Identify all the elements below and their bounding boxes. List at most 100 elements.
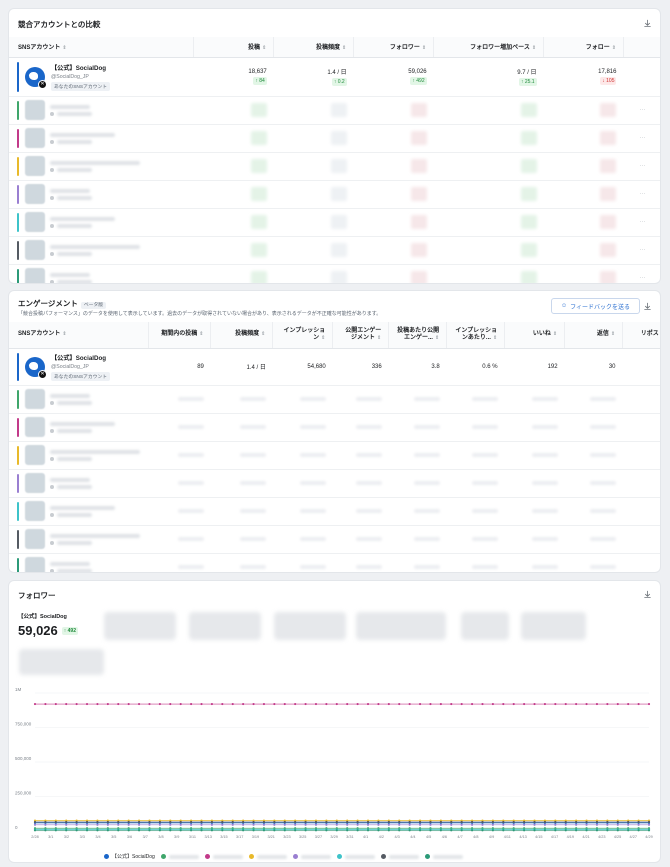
data-point[interactable] (117, 829, 120, 832)
data-point[interactable] (231, 829, 234, 832)
main-account-cell[interactable]: ✕ 【公式】SocialDog @SocialDog_JP あなたのSNSアカウ… (9, 58, 194, 96)
data-point[interactable] (575, 829, 578, 832)
data-point[interactable] (44, 820, 47, 824)
data-point[interactable] (554, 829, 557, 832)
data-point[interactable] (304, 702, 307, 706)
data-point[interactable] (190, 829, 193, 832)
download-icon[interactable] (643, 302, 652, 311)
data-point[interactable] (33, 829, 37, 832)
table-row[interactable]: 3 (9, 553, 660, 572)
data-point[interactable] (595, 820, 599, 824)
column-header-1[interactable]: 期間内の投稿 ⇕ (148, 322, 212, 349)
data-point[interactable] (533, 823, 536, 826)
data-point[interactable] (314, 820, 318, 824)
column-header-5[interactable]: 投稿あたり公開エンゲー... ⇕ (388, 322, 448, 349)
data-point[interactable] (595, 823, 599, 826)
data-point[interactable] (439, 823, 442, 826)
data-point[interactable] (543, 820, 547, 824)
data-point[interactable] (96, 702, 99, 706)
data-point[interactable] (283, 702, 286, 706)
column-header-following[interactable]: フォロー ⇕ (543, 37, 624, 58)
data-point[interactable] (262, 823, 266, 826)
data-point[interactable] (523, 820, 526, 824)
data-point[interactable] (523, 829, 526, 832)
data-point[interactable] (190, 702, 193, 706)
data-point[interactable] (564, 702, 567, 706)
data-point[interactable] (554, 702, 557, 706)
column-header-2[interactable]: 投稿頻度 ⇕ (210, 322, 274, 349)
column-header-4[interactable]: 公開エンゲージメント ⇕ (332, 322, 390, 349)
data-point[interactable] (356, 820, 359, 824)
data-point[interactable] (543, 823, 547, 826)
data-point[interactable] (106, 820, 109, 824)
legend-item[interactable] (336, 854, 375, 859)
data-point[interactable] (429, 829, 432, 832)
data-point[interactable] (314, 829, 318, 832)
column-header-7[interactable]: いいね ⇕ (504, 322, 566, 349)
data-point[interactable] (627, 820, 630, 824)
data-point[interactable] (304, 820, 307, 824)
data-point[interactable] (262, 829, 266, 832)
data-point[interactable] (533, 820, 536, 824)
data-point[interactable] (273, 820, 276, 824)
data-point[interactable] (429, 702, 432, 706)
feedback-button[interactable]: ☺ フィードバックを送る (550, 298, 640, 314)
data-point[interactable] (523, 702, 526, 706)
data-point[interactable] (169, 829, 172, 832)
data-point[interactable] (418, 823, 422, 826)
data-point[interactable] (325, 823, 328, 826)
data-point[interactable] (96, 823, 99, 826)
table-row[interactable]: ··· (9, 124, 660, 153)
data-point[interactable] (106, 702, 109, 706)
legend-item[interactable] (424, 854, 463, 859)
download-icon[interactable] (643, 590, 652, 599)
table-row[interactable]: ··· (9, 96, 660, 125)
data-point[interactable] (314, 702, 318, 706)
data-point[interactable] (304, 823, 307, 826)
table-row[interactable]: ··· (9, 208, 660, 237)
data-point[interactable] (325, 829, 328, 832)
data-point[interactable] (366, 820, 370, 824)
data-point[interactable] (585, 823, 588, 826)
data-point[interactable] (179, 702, 182, 706)
data-point[interactable] (585, 820, 588, 824)
data-point[interactable] (595, 702, 599, 706)
data-point[interactable] (543, 829, 547, 832)
data-point[interactable] (148, 829, 151, 832)
data-point[interactable] (242, 820, 245, 824)
data-point[interactable] (564, 820, 567, 824)
data-point[interactable] (398, 829, 401, 832)
data-point[interactable] (377, 820, 380, 824)
data-point[interactable] (210, 829, 214, 832)
data-point[interactable] (512, 820, 515, 824)
data-point[interactable] (294, 829, 297, 832)
data-point[interactable] (606, 823, 609, 826)
more-menu-icon[interactable]: ··· (623, 236, 660, 265)
data-point[interactable] (595, 829, 599, 832)
data-point[interactable] (502, 702, 505, 706)
data-point[interactable] (179, 823, 182, 826)
data-point[interactable] (54, 823, 57, 826)
data-point[interactable] (491, 823, 494, 826)
data-point[interactable] (366, 829, 370, 832)
data-point[interactable] (169, 702, 172, 706)
data-point[interactable] (325, 820, 328, 824)
data-point[interactable] (54, 820, 57, 824)
data-point[interactable] (314, 823, 318, 826)
data-point[interactable] (65, 823, 68, 826)
table-row[interactable]: ··· (9, 264, 660, 283)
more-menu-icon[interactable]: ··· (623, 96, 660, 125)
data-point[interactable] (366, 702, 370, 706)
data-point[interactable] (450, 820, 453, 824)
data-point[interactable] (356, 702, 359, 706)
data-point[interactable] (502, 823, 505, 826)
data-point[interactable] (616, 702, 619, 706)
data-point[interactable] (262, 702, 266, 706)
data-point[interactable] (335, 823, 338, 826)
legend-item[interactable] (380, 854, 419, 859)
data-point[interactable] (439, 820, 442, 824)
data-point[interactable] (502, 829, 505, 832)
data-point[interactable] (117, 820, 120, 824)
data-point[interactable] (377, 829, 380, 832)
data-point[interactable] (387, 829, 390, 832)
